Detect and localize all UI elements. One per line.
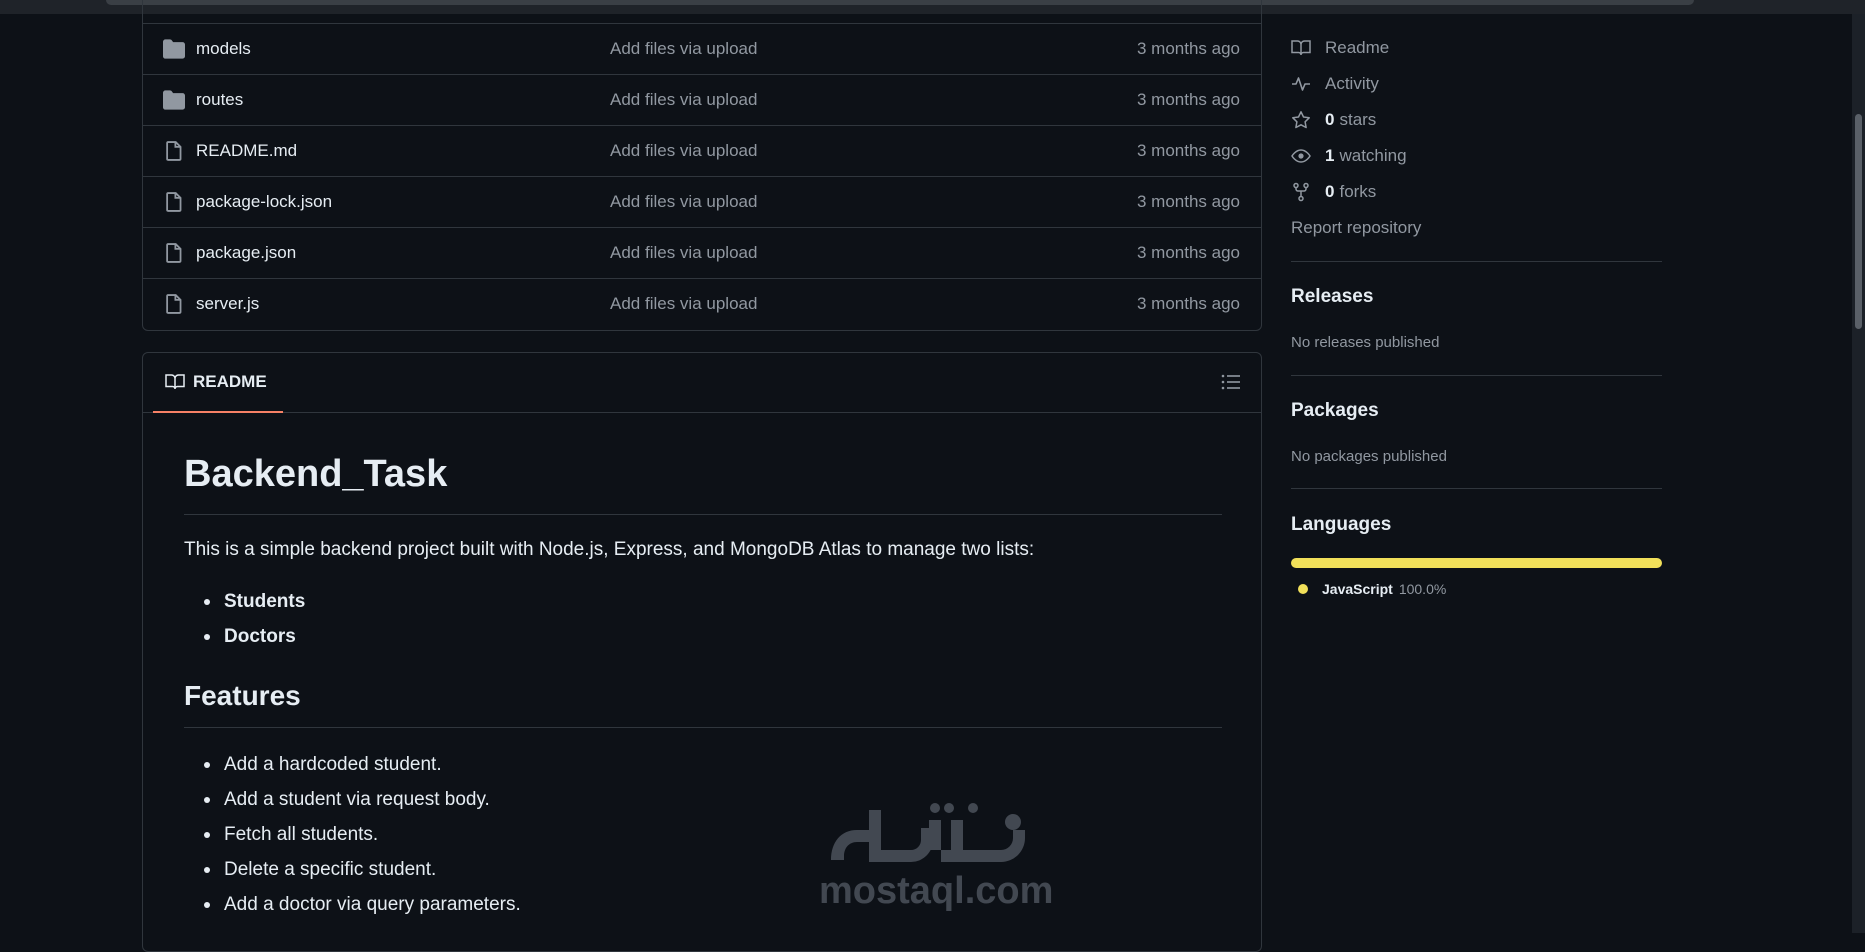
repo-forked-icon — [1293, 182, 1309, 202]
file-row[interactable]: README.md Add files via upload 3 months … — [143, 125, 1261, 176]
activity-link[interactable]: Activity — [1291, 69, 1379, 99]
book-icon — [1291, 40, 1311, 56]
list-item: Students — [184, 584, 305, 619]
file-name[interactable]: package.json — [196, 243, 296, 263]
book-icon — [165, 374, 185, 390]
scrollbar-thumb[interactable] — [1855, 114, 1862, 329]
commit-message[interactable]: Add files via upload — [610, 90, 757, 110]
commit-date: 3 months ago — [1136, 90, 1240, 109]
packages-heading[interactable]: Packages — [1291, 400, 1379, 422]
stars-link[interactable]: 0 stars — [1291, 105, 1376, 135]
commit-message[interactable]: Add files via upload — [610, 243, 757, 263]
language-percent: 100.0% — [1398, 581, 1447, 597]
language-bar — [1291, 558, 1662, 568]
watermark-text: mostaql.com — [819, 870, 1054, 912]
sidebar-divider — [1291, 488, 1662, 489]
sidebar-divider — [1291, 261, 1662, 262]
watermark-logo — [831, 803, 1025, 862]
readme-link[interactable]: Readme — [1291, 33, 1389, 63]
language-name: JavaScript — [1322, 581, 1393, 597]
file-name[interactable]: README.md — [196, 141, 297, 161]
readme-title: Backend_Task — [184, 453, 448, 495]
features-heading: Features — [184, 680, 301, 711]
forks-link[interactable]: 0 forks — [1291, 177, 1376, 207]
readme-tab-label: README — [193, 372, 267, 391]
sidebar-divider — [1291, 375, 1662, 376]
file-row[interactable]: routes Add files via upload 3 months ago — [143, 74, 1261, 125]
watermark: mostaql.com — [815, 800, 1055, 920]
list-item: Add a doctor via query parameters. — [184, 887, 521, 922]
features-list: Add a hardcoded student. Add a student v… — [184, 747, 521, 922]
lists-list: Students Doctors — [184, 584, 305, 654]
commit-date: 3 months ago — [1136, 294, 1240, 313]
watching-count: 1 — [1325, 146, 1335, 165]
activity-link-label: Activity — [1325, 74, 1379, 93]
languages-heading: Languages — [1291, 514, 1392, 535]
file-name[interactable]: models — [196, 39, 251, 59]
stars-label: stars — [1339, 110, 1377, 129]
forks-count: 0 — [1325, 182, 1335, 201]
list-item: Add a hardcoded student. — [184, 747, 521, 782]
forks-label: forks — [1339, 182, 1377, 201]
commit-date: 3 months ago — [1136, 243, 1240, 262]
commit-date: 3 months ago — [1136, 39, 1240, 58]
commit-message[interactable]: Add files via upload — [610, 192, 757, 212]
file-icon — [166, 192, 182, 212]
readme-intro: This is a simple backend project built w… — [184, 539, 1035, 560]
repo-sidebar: Readme Activity 0 stars 1 watching 0 for… — [1291, 0, 1663, 933]
watching-label: watching — [1339, 146, 1407, 165]
heading-divider — [184, 514, 1222, 515]
eye-icon — [1291, 149, 1311, 163]
report-repository-link[interactable]: Report repository — [1291, 218, 1421, 238]
heading-divider — [184, 727, 1222, 728]
tab-readme[interactable]: README — [153, 353, 283, 413]
commit-date: 3 months ago — [1136, 192, 1240, 211]
file-row[interactable]: server.js Add files via upload 3 months … — [143, 278, 1261, 329]
list-item: Add a student via request body. — [184, 782, 521, 817]
file-row[interactable]: package.json Add files via upload 3 mont… — [143, 227, 1261, 278]
readme-link-label: Readme — [1325, 38, 1390, 57]
releases-heading[interactable]: Releases — [1291, 286, 1373, 308]
pulse-icon — [1292, 77, 1310, 91]
list-item: Doctors — [184, 619, 305, 654]
folder-icon — [163, 90, 185, 110]
star-icon — [1292, 111, 1310, 129]
file-row[interactable]: models Add files via upload 3 months ago — [143, 23, 1261, 74]
language-item[interactable]: JavaScript 100.0% — [1298, 581, 1446, 597]
page-scrollbar[interactable] — [1852, 14, 1865, 933]
file-icon — [166, 243, 182, 263]
readme-panel: README Backend_Task This is a simple bac… — [142, 352, 1262, 952]
releases-text: No releases published — [1291, 334, 1440, 351]
file-row[interactable]: package-lock.json Add files via upload 3… — [143, 176, 1261, 227]
commit-date: 3 months ago — [1136, 141, 1240, 160]
list-unordered-icon[interactable] — [1221, 373, 1241, 391]
readme-header: README — [143, 353, 1261, 413]
file-icon — [166, 141, 182, 161]
file-name[interactable]: routes — [196, 90, 243, 110]
commit-message[interactable]: Add files via upload — [610, 294, 757, 314]
packages-text: No packages published — [1291, 448, 1447, 465]
file-list: models Add files via upload 3 months ago… — [142, 0, 1262, 331]
stars-count: 0 — [1325, 110, 1335, 129]
watching-link[interactable]: 1 watching — [1291, 141, 1407, 171]
language-color-dot — [1298, 584, 1308, 594]
folder-icon — [163, 39, 185, 59]
commit-message[interactable]: Add files via upload — [610, 39, 757, 59]
list-item: Delete a specific student. — [184, 852, 521, 887]
list-item: Fetch all students. — [184, 817, 521, 852]
commit-message[interactable]: Add files via upload — [610, 141, 757, 161]
file-name[interactable]: package-lock.json — [196, 192, 332, 212]
file-name[interactable]: server.js — [196, 294, 259, 314]
file-icon — [166, 294, 182, 314]
